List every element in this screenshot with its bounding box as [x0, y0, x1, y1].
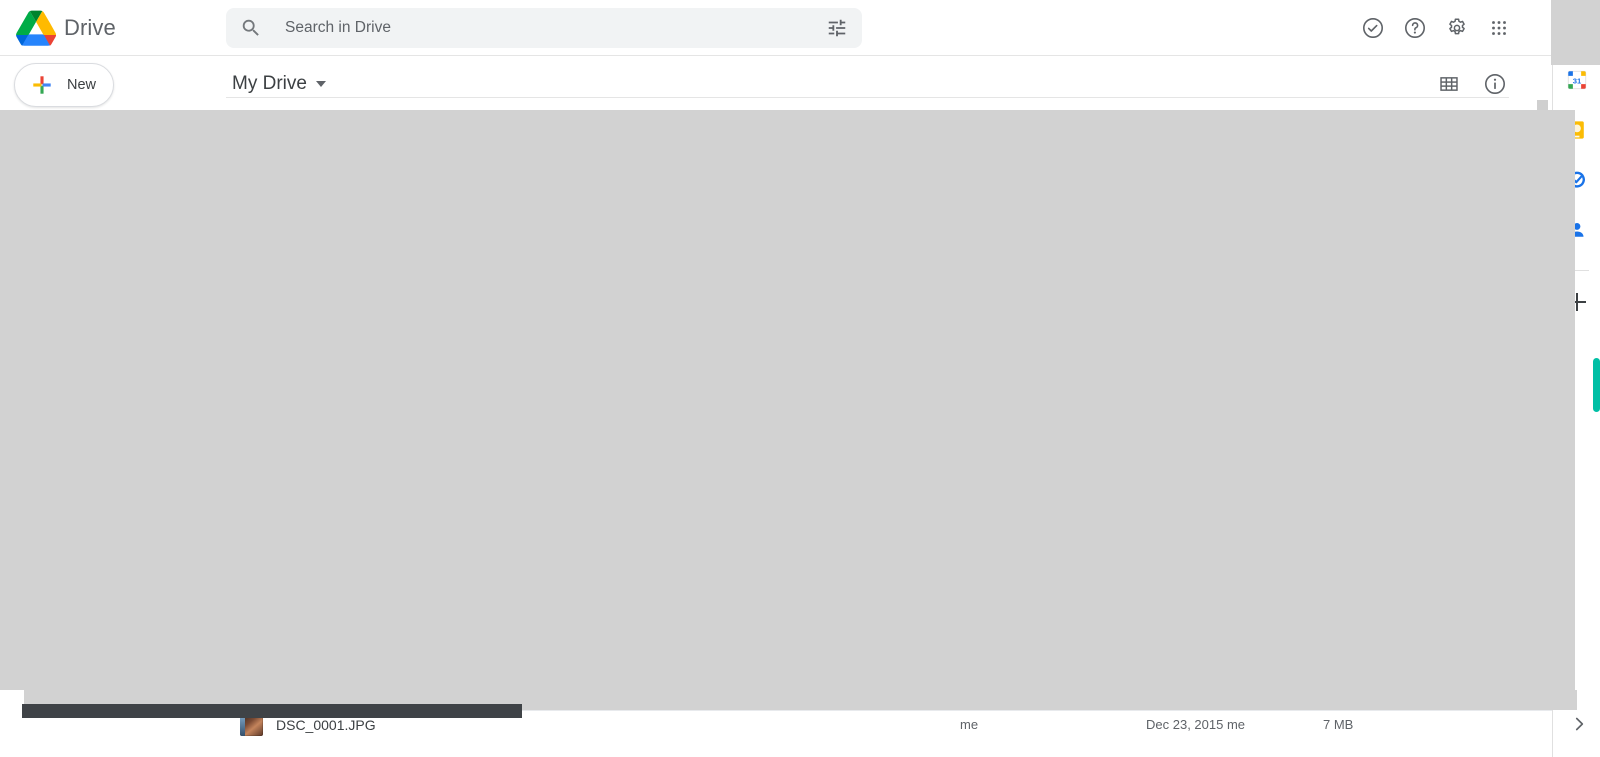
content-area-overlay-lower — [541, 690, 1577, 710]
breadcrumb-current: My Drive — [232, 72, 307, 94]
file-last-modified: Dec 23, 2015 me — [1146, 717, 1246, 732]
account-area-overlay — [1551, 0, 1600, 65]
search-input[interactable] — [283, 18, 826, 38]
drive-brand[interactable]: Drive — [0, 0, 226, 55]
google-apps-button[interactable] — [1486, 15, 1512, 41]
search-icon — [240, 17, 262, 39]
help-button[interactable] — [1402, 15, 1428, 41]
support-button[interactable] — [1360, 15, 1386, 41]
toolbar-view-actions — [1436, 56, 1508, 111]
search-box[interactable] — [226, 8, 862, 48]
info-circle-icon[interactable] — [1482, 71, 1508, 97]
toolbar: New My Drive — [0, 56, 1600, 111]
google-calendar-icon[interactable]: 31 — [1565, 68, 1589, 92]
breadcrumb[interactable]: My Drive — [232, 56, 326, 111]
new-button-label: New — [67, 77, 97, 93]
top-bar: Drive — [0, 0, 1600, 56]
new-button[interactable]: New — [14, 63, 114, 107]
file-name: DSC_0001.JPG — [276, 717, 376, 733]
horizontal-scrollbar[interactable] — [22, 704, 522, 718]
grid-view-icon[interactable] — [1436, 71, 1462, 97]
plus-multicolor-icon — [31, 74, 53, 96]
app-title: Drive — [64, 14, 116, 40]
svg-text:31: 31 — [1572, 76, 1581, 85]
file-owner: me — [960, 717, 979, 732]
google-drive-logo — [16, 10, 57, 46]
top-bar-actions — [1360, 0, 1512, 56]
chevron-right-icon[interactable] — [1568, 713, 1590, 735]
toolbar-divider — [226, 97, 1509, 98]
settings-button[interactable] — [1444, 15, 1470, 41]
google-drive-window: Drive Search in Drive New My Drive DSC_0… — [0, 0, 1600, 757]
content-area-overlay — [0, 110, 1575, 710]
photo-thumbnail — [240, 715, 263, 736]
side-panel-accent-bar[interactable] — [1593, 358, 1600, 412]
sidebar-gap-strip — [0, 690, 24, 712]
tune-filter-icon[interactable] — [826, 17, 848, 39]
file-size: 7 MB — [1323, 717, 1354, 732]
chevron-down-icon[interactable] — [315, 80, 326, 87]
search-bar[interactable] — [226, 8, 862, 48]
